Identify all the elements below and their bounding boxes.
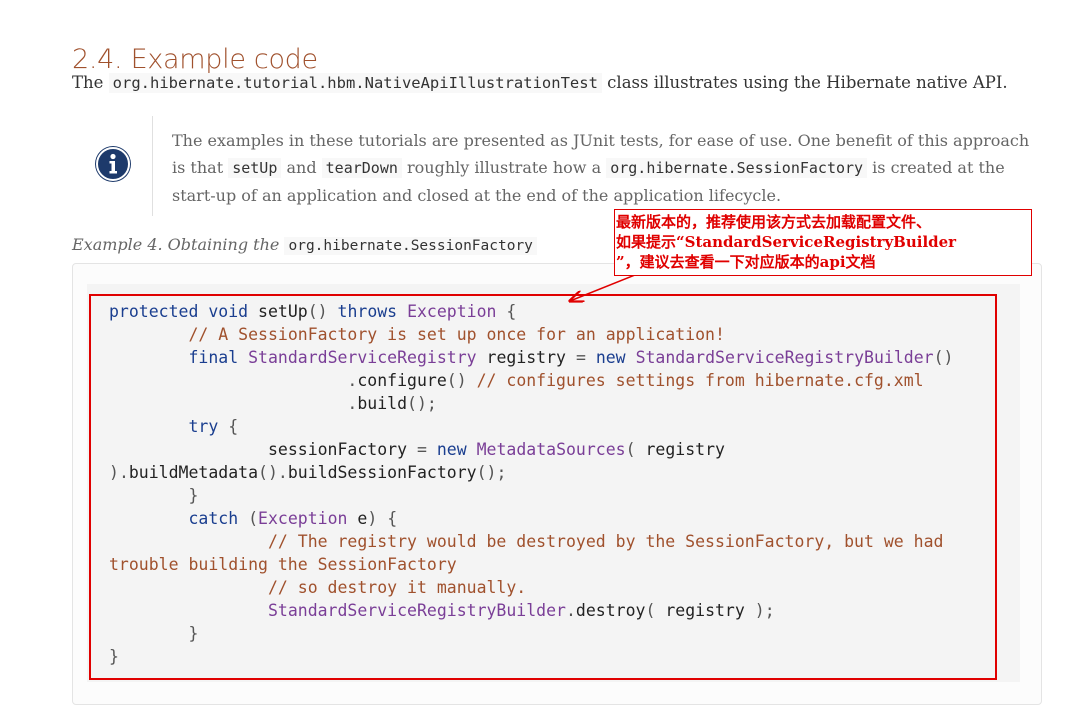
- teardown-code: tearDown: [321, 158, 402, 178]
- admonition-text-part: and: [286, 158, 317, 177]
- admonition-divider: [152, 116, 153, 216]
- annotation-note-text: 最新版本的，推荐使用该方式去加载配置文件、 如果提示“StandardServi…: [616, 213, 957, 271]
- intro-class-name: org.hibernate.tutorial.hbm.NativeApiIllu…: [108, 73, 602, 93]
- setup-code: setUp: [228, 158, 282, 178]
- example-title-code: org.hibernate.SessionFactory: [284, 237, 537, 255]
- example-title: Example 4. Obtaining the org.hibernate.S…: [72, 235, 537, 255]
- admonition-text: The examples in these tutorials are pres…: [172, 127, 1032, 209]
- intro-paragraph: The org.hibernate.tutorial.hbm.NativeApi…: [72, 72, 1062, 94]
- admonition-text-part: roughly illustrate how a: [407, 158, 602, 177]
- info-admonition: The examples in these tutorials are pres…: [72, 116, 1042, 216]
- section-heading: 2.4. Example code: [72, 44, 318, 76]
- example-title-prefix: Example 4. Obtaining the: [72, 235, 280, 254]
- session-factory-code: org.hibernate.SessionFactory: [606, 158, 868, 178]
- intro-suffix: class illustrates using the Hibernate na…: [607, 73, 1008, 92]
- annotation-highlight-box: [89, 294, 997, 680]
- intro-prefix: The: [72, 73, 104, 92]
- info-icon: [95, 146, 131, 182]
